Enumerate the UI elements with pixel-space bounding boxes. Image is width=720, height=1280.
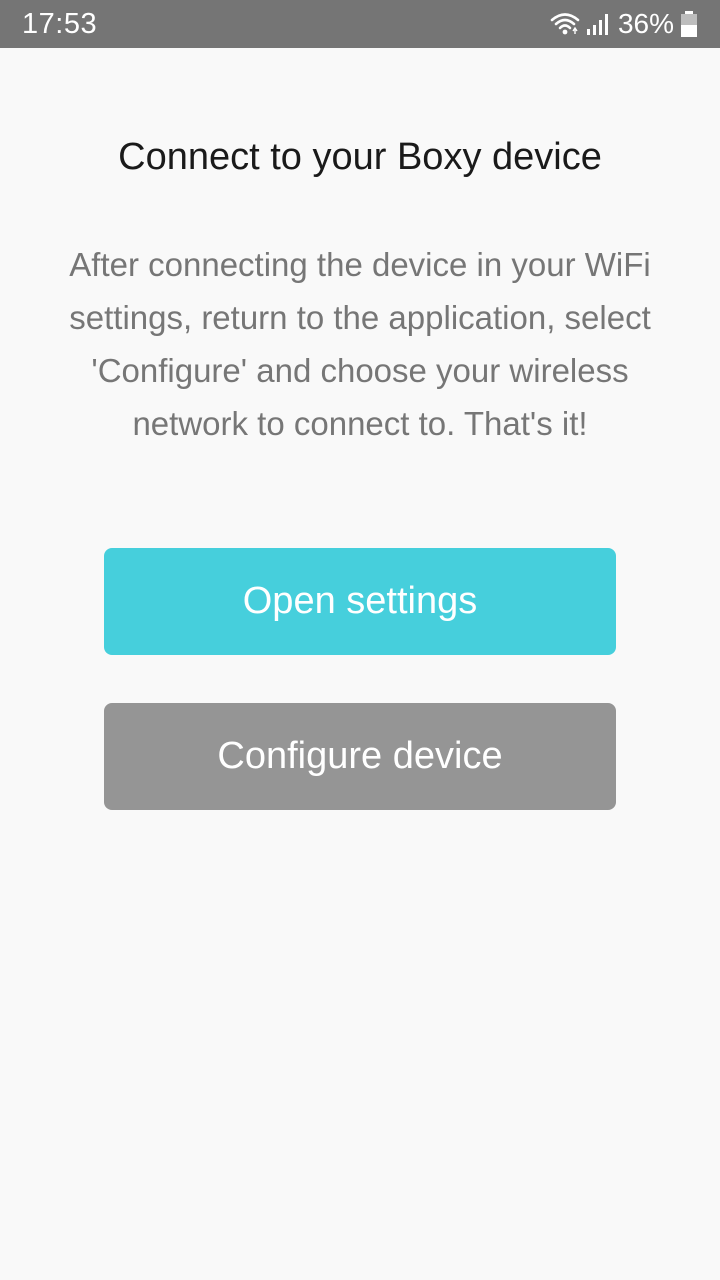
battery-percent: 36% <box>617 8 674 39</box>
battery-icon <box>680 10 698 38</box>
main-content: Connect to your Boxy device After connec… <box>0 48 720 1280</box>
status-bar: 17:53 36% <box>0 0 720 48</box>
page-title: Connect to your Boxy device <box>118 136 602 178</box>
status-icons: 36% <box>550 8 698 40</box>
signal-icon <box>586 12 610 36</box>
configure-device-button[interactable]: Configure device <box>104 703 616 810</box>
status-time: 17:53 <box>22 7 98 40</box>
instructions-text: After connecting the device in your WiFi… <box>69 246 651 442</box>
open-settings-button[interactable]: Open settings <box>104 548 616 655</box>
wifi-icon <box>550 11 580 37</box>
